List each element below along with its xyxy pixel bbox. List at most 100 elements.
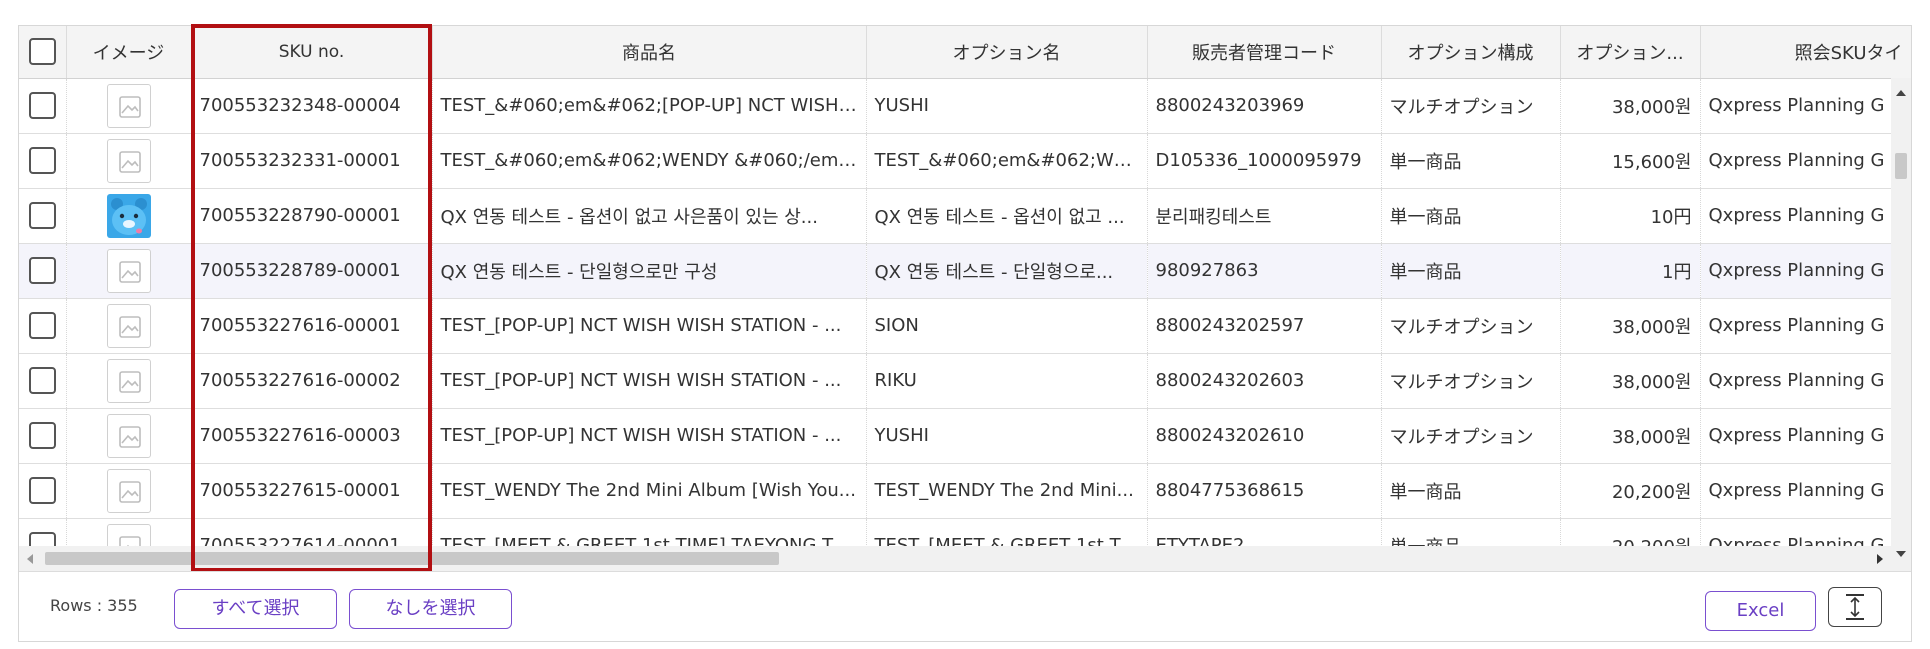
table-row[interactable]: 700553227615-00001 TEST_WENDY The 2nd Min… [19, 463, 1911, 519]
option-name-cell[interactable]: TEST_WENDY The 2nd Mini... [866, 463, 1148, 519]
sku-cell[interactable]: 700553228790-00001 [191, 188, 433, 244]
row-checkbox[interactable] [28, 92, 56, 119]
product-thumbnail[interactable] [106, 248, 151, 293]
scroll-left-arrow-icon[interactable] [27, 554, 33, 564]
row-checkbox-cell[interactable] [19, 298, 67, 354]
column-header-option-price[interactable]: オプション... [1560, 26, 1701, 79]
sku-cell[interactable]: 700553227616-00002 [191, 353, 433, 409]
vertical-scrollbar[interactable] [1891, 78, 1911, 571]
row-checkbox-cell[interactable] [19, 243, 67, 299]
sku-cell[interactable]: 700553228789-00001 [191, 243, 433, 299]
row-checkbox[interactable] [28, 312, 56, 339]
option-price-cell[interactable]: 38,000원 [1560, 298, 1701, 354]
header-select-all-checkbox-cell[interactable] [19, 26, 67, 79]
table-row[interactable]: 700553227616-00002 TEST_[POP-UP] NCT WISH… [19, 353, 1911, 409]
sku-type-cell[interactable]: Qxpress Planning G [1700, 78, 1911, 134]
seller-code-cell[interactable]: 8800243202603 [1147, 353, 1382, 409]
vertical-scroll-thumb[interactable] [1895, 153, 1907, 179]
product-name-cell[interactable]: TEST_[POP-UP] NCT WISH WISH STATION - ..… [432, 298, 867, 354]
row-checkbox[interactable] [28, 367, 56, 394]
table-row[interactable]: 700553232348-00004 TEST_&#060;em&#062;[PO… [19, 78, 1911, 134]
sku-type-cell[interactable]: Qxpress Planning G [1700, 298, 1911, 354]
row-checkbox-cell[interactable] [19, 188, 67, 244]
option-name-cell[interactable]: QX 연동 테스트 - 단일형으로... [866, 243, 1148, 299]
product-thumbnail[interactable] [106, 83, 151, 128]
option-price-cell[interactable]: 15,600원 [1560, 133, 1701, 189]
column-header-option-config[interactable]: オプション構成 [1381, 26, 1561, 79]
option-config-cell[interactable]: マルチオプション [1381, 353, 1561, 409]
product-thumbnail[interactable] [106, 138, 151, 183]
option-config-cell[interactable]: マルチオプション [1381, 298, 1561, 354]
option-price-cell[interactable]: 20,200원 [1560, 463, 1701, 519]
product-name-cell[interactable]: QX 연동 테스트 - 단일형으로만 구성 [432, 243, 867, 299]
horizontal-scroll-thumb[interactable] [45, 552, 779, 565]
seller-code-cell[interactable]: 8804775368615 [1147, 463, 1382, 519]
row-checkbox-cell[interactable] [19, 408, 67, 464]
row-checkbox[interactable] [28, 147, 56, 174]
option-price-cell[interactable]: 38,000원 [1560, 78, 1701, 134]
product-thumbnail[interactable] [106, 413, 151, 458]
select-all-checkbox[interactable] [28, 38, 56, 66]
column-header-image[interactable]: イメージ [66, 26, 192, 79]
option-name-cell[interactable]: SION [866, 298, 1148, 354]
option-config-cell[interactable]: 単一商品 [1381, 188, 1561, 244]
sku-type-cell[interactable]: Qxpress Planning G [1700, 353, 1911, 409]
seller-code-cell[interactable]: 8800243202597 [1147, 298, 1382, 354]
horizontal-scrollbar[interactable] [19, 546, 1891, 571]
option-price-cell[interactable]: 38,000원 [1560, 353, 1701, 409]
option-name-cell[interactable]: YUSHI [866, 78, 1148, 134]
table-row[interactable]: 700553228789-00001 QX 연동 테스트 - 단일형으로만 구성 Q… [19, 243, 1911, 299]
option-config-cell[interactable]: マルチオプション [1381, 408, 1561, 464]
row-checkbox-cell[interactable] [19, 133, 67, 189]
product-name-cell[interactable]: TEST_&#060;em&#062;WENDY &#060;/em&... [432, 133, 867, 189]
sku-cell[interactable]: 700553227615-00001 [191, 463, 433, 519]
product-name-cell[interactable]: QX 연동 테스트 - 옵션이 없고 사은품이 있는 상... [432, 188, 867, 244]
option-price-cell[interactable]: 38,000원 [1560, 408, 1701, 464]
sku-cell[interactable]: 700553227616-00001 [191, 298, 433, 354]
column-header-option-name[interactable]: オプション名 [866, 26, 1148, 79]
seller-code-cell[interactable]: 분리패킹테스트 [1147, 188, 1382, 244]
option-config-cell[interactable]: 単一商品 [1381, 133, 1561, 189]
column-header-sku-type[interactable]: 照会SKUタイ [1700, 26, 1911, 79]
table-row[interactable]: 700553228790-00001 QX 연동 테스트 - 옵션이 없고 사은품… [19, 188, 1911, 244]
product-name-cell[interactable]: TEST_[POP-UP] NCT WISH WISH STATION - ..… [432, 408, 867, 464]
option-price-cell[interactable]: 10円 [1560, 188, 1701, 244]
option-price-cell[interactable]: 1円 [1560, 243, 1701, 299]
table-row[interactable]: 700553227616-00001 TEST_[POP-UP] NCT WISH… [19, 298, 1911, 354]
sku-type-cell[interactable]: Qxpress Planning G [1700, 133, 1911, 189]
option-name-cell[interactable]: QX 연동 테스트 - 옵션이 없고 ... [866, 188, 1148, 244]
expand-grid-button[interactable] [1828, 587, 1882, 627]
product-thumbnail[interactable] [106, 193, 151, 238]
seller-code-cell[interactable]: 8800243203969 [1147, 78, 1382, 134]
option-name-cell[interactable]: RIKU [866, 353, 1148, 409]
row-checkbox-cell[interactable] [19, 353, 67, 409]
option-config-cell[interactable]: 単一商品 [1381, 243, 1561, 299]
table-row[interactable]: 700553232331-00001 TEST_&#060;em&#062;WEN… [19, 133, 1911, 189]
column-header-product-name[interactable]: 商品名 [432, 26, 867, 79]
sku-cell[interactable]: 700553232331-00001 [191, 133, 433, 189]
scroll-right-arrow-icon[interactable] [1877, 554, 1883, 564]
row-checkbox[interactable] [28, 477, 56, 504]
row-checkbox[interactable] [28, 422, 56, 449]
product-name-cell[interactable]: TEST_WENDY The 2nd Mini Album [Wish You.… [432, 463, 867, 519]
product-thumbnail[interactable] [106, 303, 151, 348]
seller-code-cell[interactable]: 980927863 [1147, 243, 1382, 299]
seller-code-cell[interactable]: D105336_1000095979 [1147, 133, 1382, 189]
sku-cell[interactable]: 700553232348-00004 [191, 78, 433, 134]
product-name-cell[interactable]: TEST_[POP-UP] NCT WISH WISH STATION - ..… [432, 353, 867, 409]
seller-code-cell[interactable]: 8800243202610 [1147, 408, 1382, 464]
product-name-cell[interactable]: TEST_&#060;em&#062;[POP-UP] NCT WISH ... [432, 78, 867, 134]
row-checkbox[interactable] [28, 257, 56, 284]
sku-type-cell[interactable]: Qxpress Planning G [1700, 188, 1911, 244]
sku-type-cell[interactable]: Qxpress Planning G [1700, 408, 1911, 464]
product-thumbnail[interactable] [106, 358, 151, 403]
sku-cell[interactable]: 700553227616-00003 [191, 408, 433, 464]
column-header-sku[interactable]: SKU no. [191, 26, 433, 79]
scroll-down-arrow-icon[interactable] [1896, 551, 1906, 557]
column-header-seller-code[interactable]: 販売者管理コード [1147, 26, 1382, 79]
excel-export-button[interactable]: Excel [1705, 591, 1816, 631]
row-checkbox-cell[interactable] [19, 78, 67, 134]
product-thumbnail[interactable] [106, 468, 151, 513]
table-row[interactable]: 700553227616-00003 TEST_[POP-UP] NCT WISH… [19, 408, 1911, 464]
row-checkbox-cell[interactable] [19, 463, 67, 519]
